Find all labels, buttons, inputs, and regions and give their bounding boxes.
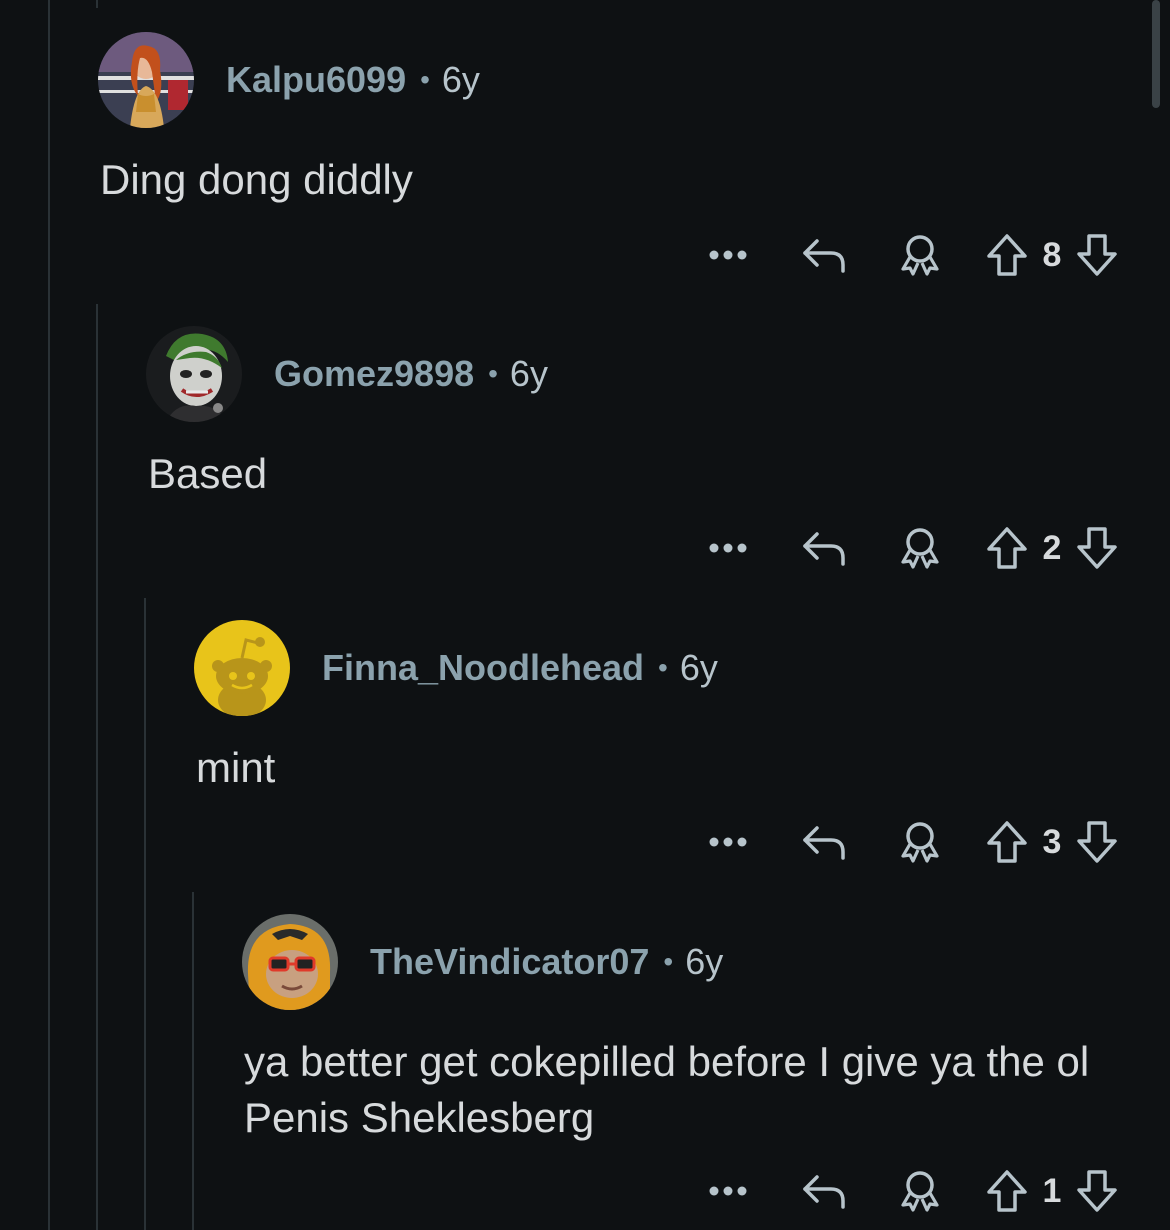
downvote-icon[interactable] [1072, 819, 1122, 865]
vote-score: 3 [1042, 822, 1062, 861]
more-options-icon[interactable] [698, 836, 758, 848]
comment-header: Finna_Noodlehead • 6y [194, 620, 718, 716]
more-options-icon[interactable] [698, 249, 758, 261]
joker-avatar[interactable] [146, 326, 242, 422]
comment-actions: 1 [698, 1161, 1122, 1221]
comment-actions: 2 [698, 518, 1122, 578]
comment-body: Based [148, 450, 268, 497]
upvote-icon[interactable] [982, 232, 1032, 278]
award-icon[interactable] [890, 233, 950, 277]
comment-age: 6y [679, 647, 718, 688]
meta-separator: • [420, 64, 430, 95]
author-name[interactable]: Gomez9898 [274, 353, 474, 395]
upvote-icon[interactable] [982, 525, 1032, 571]
award-icon[interactable] [890, 1169, 950, 1213]
meta-separator: • [663, 946, 674, 977]
more-options-icon[interactable] [698, 542, 758, 554]
comment-body: mint [196, 744, 276, 791]
vote-score: 1 [1042, 1171, 1062, 1210]
downvote-icon[interactable] [1072, 232, 1122, 278]
vote-score: 8 [1042, 235, 1062, 274]
comment-age: 6y [509, 353, 548, 394]
downvote-icon[interactable] [1072, 1168, 1122, 1214]
comment-meta: Finna_Noodlehead • 6y [322, 647, 718, 689]
reply-icon[interactable] [794, 528, 854, 568]
more-options-icon[interactable] [698, 1185, 758, 1197]
thread-line-level-1[interactable] [96, 304, 98, 1230]
comment-actions: 3 [698, 812, 1122, 872]
comment-header: Gomez9898 • 6y [146, 326, 548, 422]
wrestler-avatar[interactable] [98, 32, 194, 128]
upvote-icon[interactable] [982, 1168, 1032, 1214]
comment-body: Ding dong diddly [100, 156, 413, 203]
thread-line-level-0b [96, 0, 98, 8]
downvote-icon[interactable] [1072, 525, 1122, 571]
snoo-default-avatar[interactable] [194, 620, 290, 716]
reply-icon[interactable] [794, 235, 854, 275]
reply-icon[interactable] [794, 1171, 854, 1211]
comment-header: TheVindicator07 • 6y [242, 914, 723, 1010]
reply-icon[interactable] [794, 822, 854, 862]
thread-line-level-3[interactable] [192, 892, 194, 1230]
vote-score: 2 [1042, 528, 1062, 567]
comment-meta: TheVindicator07 • 6y [370, 941, 723, 983]
comment-meta: Kalpu6099 • 6y [226, 59, 480, 101]
award-icon[interactable] [890, 526, 950, 570]
comment-header: Kalpu6099 • 6y [98, 32, 480, 128]
award-icon[interactable] [890, 820, 950, 864]
author-name[interactable]: Finna_Noodlehead [322, 647, 644, 689]
comment-body: ya better get cokepilled before I give y… [244, 1038, 1090, 1141]
author-name[interactable]: TheVindicator07 [370, 941, 649, 983]
scrollbar[interactable] [1152, 0, 1160, 108]
orange-hood-sunglasses-avatar[interactable] [242, 914, 338, 1010]
upvote-icon[interactable] [982, 819, 1032, 865]
comment-age: 6y [685, 941, 724, 982]
comment-age: 6y [441, 59, 480, 100]
comment-actions: 8 [698, 225, 1122, 285]
thread-line-level-0[interactable] [48, 0, 50, 1230]
thread-line-level-2[interactable] [144, 598, 146, 1230]
meta-separator: • [658, 652, 668, 683]
author-name[interactable]: Kalpu6099 [226, 59, 406, 101]
meta-separator: • [488, 358, 498, 389]
comment-meta: Gomez9898 • 6y [274, 353, 548, 395]
